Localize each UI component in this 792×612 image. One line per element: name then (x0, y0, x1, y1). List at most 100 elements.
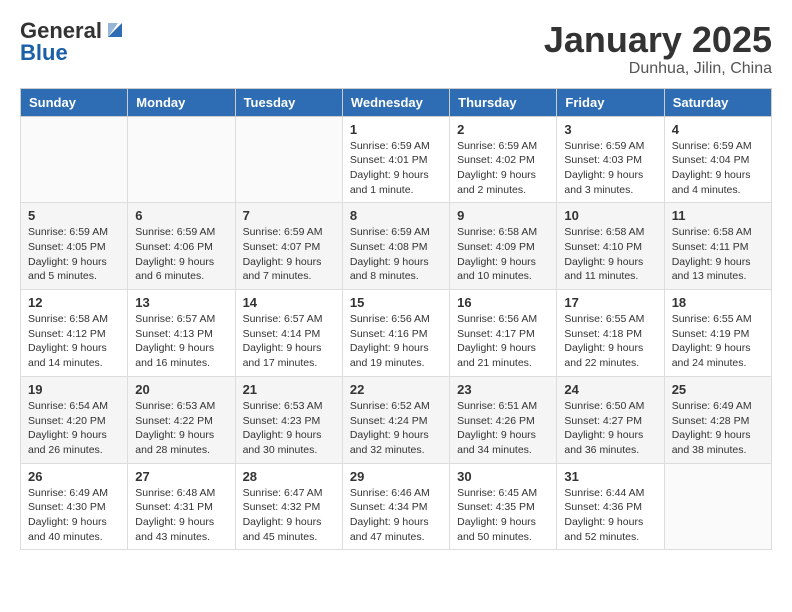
day-info: Sunrise: 6:55 AM Sunset: 4:19 PM Dayligh… (672, 312, 764, 371)
weekday-header-tuesday: Tuesday (235, 88, 342, 116)
weekday-header-thursday: Thursday (450, 88, 557, 116)
page-subtitle: Dunhua, Jilin, China (544, 60, 772, 78)
calendar-cell: 23 Sunrise: 6:51 AM Sunset: 4:26 PM Dayli… (450, 376, 557, 463)
calendar-cell (21, 116, 128, 203)
calendar-cell: 27 Sunrise: 6:48 AM Sunset: 4:31 PM Dayli… (128, 463, 235, 550)
day-number: 20 (135, 382, 227, 397)
day-info: Sunrise: 6:49 AM Sunset: 4:30 PM Dayligh… (28, 486, 120, 545)
day-info: Sunrise: 6:54 AM Sunset: 4:20 PM Dayligh… (28, 399, 120, 458)
calendar-week-4: 19 Sunrise: 6:54 AM Sunset: 4:20 PM Dayli… (21, 376, 772, 463)
calendar-cell: 15Sunrise: 6:56 AM Sunset: 4:16 PM Dayli… (342, 290, 449, 377)
calendar-cell: 18 Sunrise: 6:55 AM Sunset: 4:19 PM Dayli… (664, 290, 771, 377)
day-info: Sunrise: 6:51 AM Sunset: 4:26 PM Dayligh… (457, 399, 549, 458)
logo-icon (104, 19, 126, 41)
day-number: 13 (135, 295, 227, 310)
calendar-cell: 19 Sunrise: 6:54 AM Sunset: 4:20 PM Dayli… (21, 376, 128, 463)
day-info: Sunrise: 6:53 AM Sunset: 4:22 PM Dayligh… (135, 399, 227, 458)
calendar-cell: 4Sunrise: 6:59 AM Sunset: 4:04 PM Daylig… (664, 116, 771, 203)
calendar-cell: 5 Sunrise: 6:59 AM Sunset: 4:05 PM Daylig… (21, 203, 128, 290)
day-info: Sunrise: 6:59 AM Sunset: 4:02 PM Dayligh… (457, 139, 549, 198)
calendar-cell: 8 Sunrise: 6:59 AM Sunset: 4:08 PM Daylig… (342, 203, 449, 290)
calendar-cell: 25 Sunrise: 6:49 AM Sunset: 4:28 PM Dayli… (664, 376, 771, 463)
weekday-header-monday: Monday (128, 88, 235, 116)
calendar-week-5: 26 Sunrise: 6:49 AM Sunset: 4:30 PM Dayli… (21, 463, 772, 550)
day-info: Sunrise: 6:46 AM Sunset: 4:34 PM Dayligh… (350, 486, 442, 545)
day-info: Sunrise: 6:48 AM Sunset: 4:31 PM Dayligh… (135, 486, 227, 545)
calendar-cell: 14Sunrise: 6:57 AM Sunset: 4:14 PM Dayli… (235, 290, 342, 377)
day-info: Sunrise: 6:58 AM Sunset: 4:09 PM Dayligh… (457, 225, 549, 284)
calendar-cell: 31 Sunrise: 6:44 AM Sunset: 4:36 PM Dayli… (557, 463, 664, 550)
calendar-week-3: 12Sunrise: 6:58 AM Sunset: 4:12 PM Dayli… (21, 290, 772, 377)
calendar-cell (235, 116, 342, 203)
day-number: 11 (672, 208, 764, 223)
day-number: 17 (564, 295, 656, 310)
day-number: 18 (672, 295, 764, 310)
day-info: Sunrise: 6:50 AM Sunset: 4:27 PM Dayligh… (564, 399, 656, 458)
weekday-header-saturday: Saturday (664, 88, 771, 116)
calendar-cell (128, 116, 235, 203)
day-number: 8 (350, 208, 442, 223)
day-info: Sunrise: 6:59 AM Sunset: 4:01 PM Dayligh… (350, 139, 442, 198)
day-number: 24 (564, 382, 656, 397)
weekday-header-friday: Friday (557, 88, 664, 116)
calendar-cell: 28Sunrise: 6:47 AM Sunset: 4:32 PM Dayli… (235, 463, 342, 550)
day-number: 23 (457, 382, 549, 397)
day-info: Sunrise: 6:53 AM Sunset: 4:23 PM Dayligh… (243, 399, 335, 458)
day-info: Sunrise: 6:56 AM Sunset: 4:16 PM Dayligh… (350, 312, 442, 371)
page-header: General Blue January 2025 Dunhua, Jilin,… (20, 20, 772, 78)
page-title: January 2025 (544, 20, 772, 60)
calendar-cell: 22 Sunrise: 6:52 AM Sunset: 4:24 PM Dayli… (342, 376, 449, 463)
calendar-cell: 26 Sunrise: 6:49 AM Sunset: 4:30 PM Dayli… (21, 463, 128, 550)
title-block: January 2025 Dunhua, Jilin, China (544, 20, 772, 78)
day-info: Sunrise: 6:56 AM Sunset: 4:17 PM Dayligh… (457, 312, 549, 371)
day-info: Sunrise: 6:59 AM Sunset: 4:06 PM Dayligh… (135, 225, 227, 284)
calendar-cell: 21 Sunrise: 6:53 AM Sunset: 4:23 PM Dayli… (235, 376, 342, 463)
day-info: Sunrise: 6:45 AM Sunset: 4:35 PM Dayligh… (457, 486, 549, 545)
calendar-cell: 24 Sunrise: 6:50 AM Sunset: 4:27 PM Dayli… (557, 376, 664, 463)
day-info: Sunrise: 6:59 AM Sunset: 4:07 PM Dayligh… (243, 225, 335, 284)
day-info: Sunrise: 6:58 AM Sunset: 4:10 PM Dayligh… (564, 225, 656, 284)
calendar-header-row: SundayMondayTuesdayWednesdayThursdayFrid… (21, 88, 772, 116)
day-info: Sunrise: 6:52 AM Sunset: 4:24 PM Dayligh… (350, 399, 442, 458)
day-number: 28 (243, 469, 335, 484)
day-number: 3 (564, 122, 656, 137)
day-info: Sunrise: 6:57 AM Sunset: 4:13 PM Dayligh… (135, 312, 227, 371)
logo-general-text: General (20, 20, 102, 42)
calendar-cell: 3 Sunrise: 6:59 AM Sunset: 4:03 PM Daylig… (557, 116, 664, 203)
calendar-cell: 6 Sunrise: 6:59 AM Sunset: 4:06 PM Daylig… (128, 203, 235, 290)
calendar-cell: 20 Sunrise: 6:53 AM Sunset: 4:22 PM Dayli… (128, 376, 235, 463)
calendar-week-1: 1 Sunrise: 6:59 AM Sunset: 4:01 PM Daylig… (21, 116, 772, 203)
day-number: 5 (28, 208, 120, 223)
day-number: 9 (457, 208, 549, 223)
day-number: 26 (28, 469, 120, 484)
day-number: 19 (28, 382, 120, 397)
day-info: Sunrise: 6:59 AM Sunset: 4:05 PM Dayligh… (28, 225, 120, 284)
day-info: Sunrise: 6:55 AM Sunset: 4:18 PM Dayligh… (564, 312, 656, 371)
day-number: 12 (28, 295, 120, 310)
day-number: 22 (350, 382, 442, 397)
day-number: 29 (350, 469, 442, 484)
day-number: 14 (243, 295, 335, 310)
calendar-cell: 1 Sunrise: 6:59 AM Sunset: 4:01 PM Daylig… (342, 116, 449, 203)
day-info: Sunrise: 6:44 AM Sunset: 4:36 PM Dayligh… (564, 486, 656, 545)
day-number: 10 (564, 208, 656, 223)
calendar-cell: 29 Sunrise: 6:46 AM Sunset: 4:34 PM Dayli… (342, 463, 449, 550)
day-number: 2 (457, 122, 549, 137)
day-number: 6 (135, 208, 227, 223)
calendar-cell: 16Sunrise: 6:56 AM Sunset: 4:17 PM Dayli… (450, 290, 557, 377)
day-info: Sunrise: 6:59 AM Sunset: 4:08 PM Dayligh… (350, 225, 442, 284)
day-number: 30 (457, 469, 549, 484)
calendar-cell: 9 Sunrise: 6:58 AM Sunset: 4:09 PM Daylig… (450, 203, 557, 290)
calendar-cell (664, 463, 771, 550)
day-number: 1 (350, 122, 442, 137)
day-info: Sunrise: 6:59 AM Sunset: 4:03 PM Dayligh… (564, 139, 656, 198)
calendar-cell: 10 Sunrise: 6:58 AM Sunset: 4:10 PM Dayli… (557, 203, 664, 290)
day-number: 27 (135, 469, 227, 484)
day-number: 21 (243, 382, 335, 397)
day-number: 31 (564, 469, 656, 484)
day-number: 7 (243, 208, 335, 223)
day-number: 4 (672, 122, 764, 137)
day-info: Sunrise: 6:49 AM Sunset: 4:28 PM Dayligh… (672, 399, 764, 458)
day-number: 25 (672, 382, 764, 397)
calendar-cell: 30 Sunrise: 6:45 AM Sunset: 4:35 PM Dayli… (450, 463, 557, 550)
